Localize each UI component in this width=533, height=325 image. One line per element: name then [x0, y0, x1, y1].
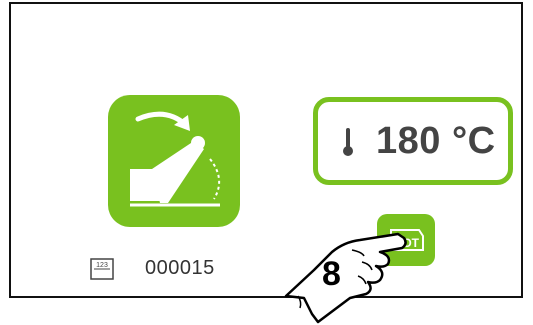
temperature-display[interactable]: 180 °C: [313, 97, 513, 185]
thermometer-icon: [343, 128, 353, 156]
lid-open-button[interactable]: [108, 95, 240, 227]
lot-button[interactable]: LOT: [377, 214, 435, 266]
temperature-value: 180 °C: [376, 120, 496, 162]
counter-icon: 123: [90, 258, 114, 280]
counter-icon-text: 123: [96, 262, 108, 269]
lot-icon: LOT: [390, 229, 424, 251]
step-number-callout: 8: [322, 255, 341, 293]
lot-label: LOT: [395, 236, 420, 250]
lid-open-icon: [130, 111, 221, 207]
counter-value: 000015: [145, 257, 215, 279]
